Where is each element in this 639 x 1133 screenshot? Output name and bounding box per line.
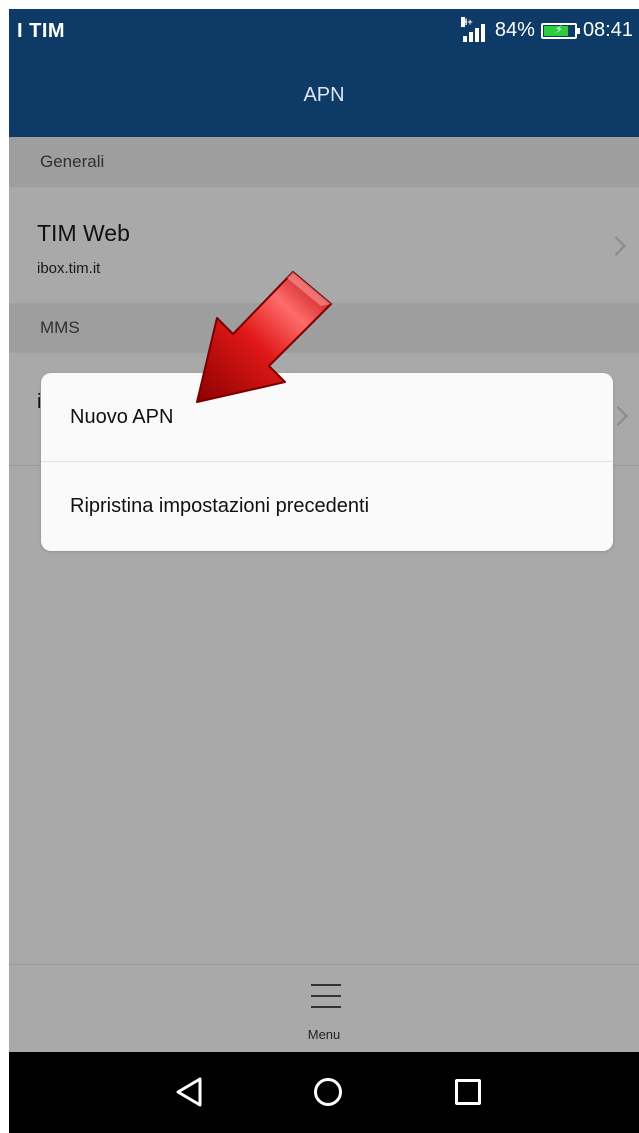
option-label: Nuovo APN — [70, 405, 174, 428]
menu-label[interactable]: Menu — [9, 1027, 639, 1042]
home-icon[interactable] — [314, 1078, 342, 1106]
section-header-label: MMS — [40, 318, 80, 337]
battery-icon: ⚡ — [540, 22, 580, 39]
back-icon[interactable] — [174, 1076, 206, 1108]
apn-item-title: TIM Web — [37, 220, 130, 246]
restore-defaults-option[interactable]: Ripristina impostazioni precedenti — [41, 462, 613, 550]
page-title: APN — [303, 83, 345, 106]
screen: I TIM H+ 84% ⚡ 08:41 APN Generali TIM We… — [9, 9, 639, 1133]
network-type: H+ — [460, 16, 473, 27]
section-header-label: Generali — [40, 152, 105, 171]
apn-item-subtitle: ibox.tim.it — [37, 260, 101, 277]
clock: 08:41 — [582, 19, 633, 41]
bottom-menu-bar: Menu — [9, 964, 639, 1053]
option-label: Ripristina impostazioni precedenti — [70, 494, 370, 517]
carrier-name: I TIM — [17, 20, 66, 42]
chevron-right-icon — [606, 236, 626, 256]
signal-icon: H+ — [460, 16, 489, 42]
recent-apps-icon[interactable] — [455, 1079, 481, 1105]
hamburger-menu-icon[interactable] — [311, 984, 341, 1008]
battery-percent: 84% — [494, 19, 535, 41]
status-bar: I TIM H+ 84% ⚡ 08:41 — [9, 9, 639, 53]
app-bar: APN — [9, 53, 639, 137]
section-header-general: Generali — [9, 137, 639, 187]
navigation-bar — [9, 1052, 639, 1133]
status-indicators: H+ 84% ⚡ 08:41 — [460, 16, 633, 42]
red-arrow-annotation — [196, 271, 332, 403]
charging-icon: ⚡ — [554, 23, 563, 36]
